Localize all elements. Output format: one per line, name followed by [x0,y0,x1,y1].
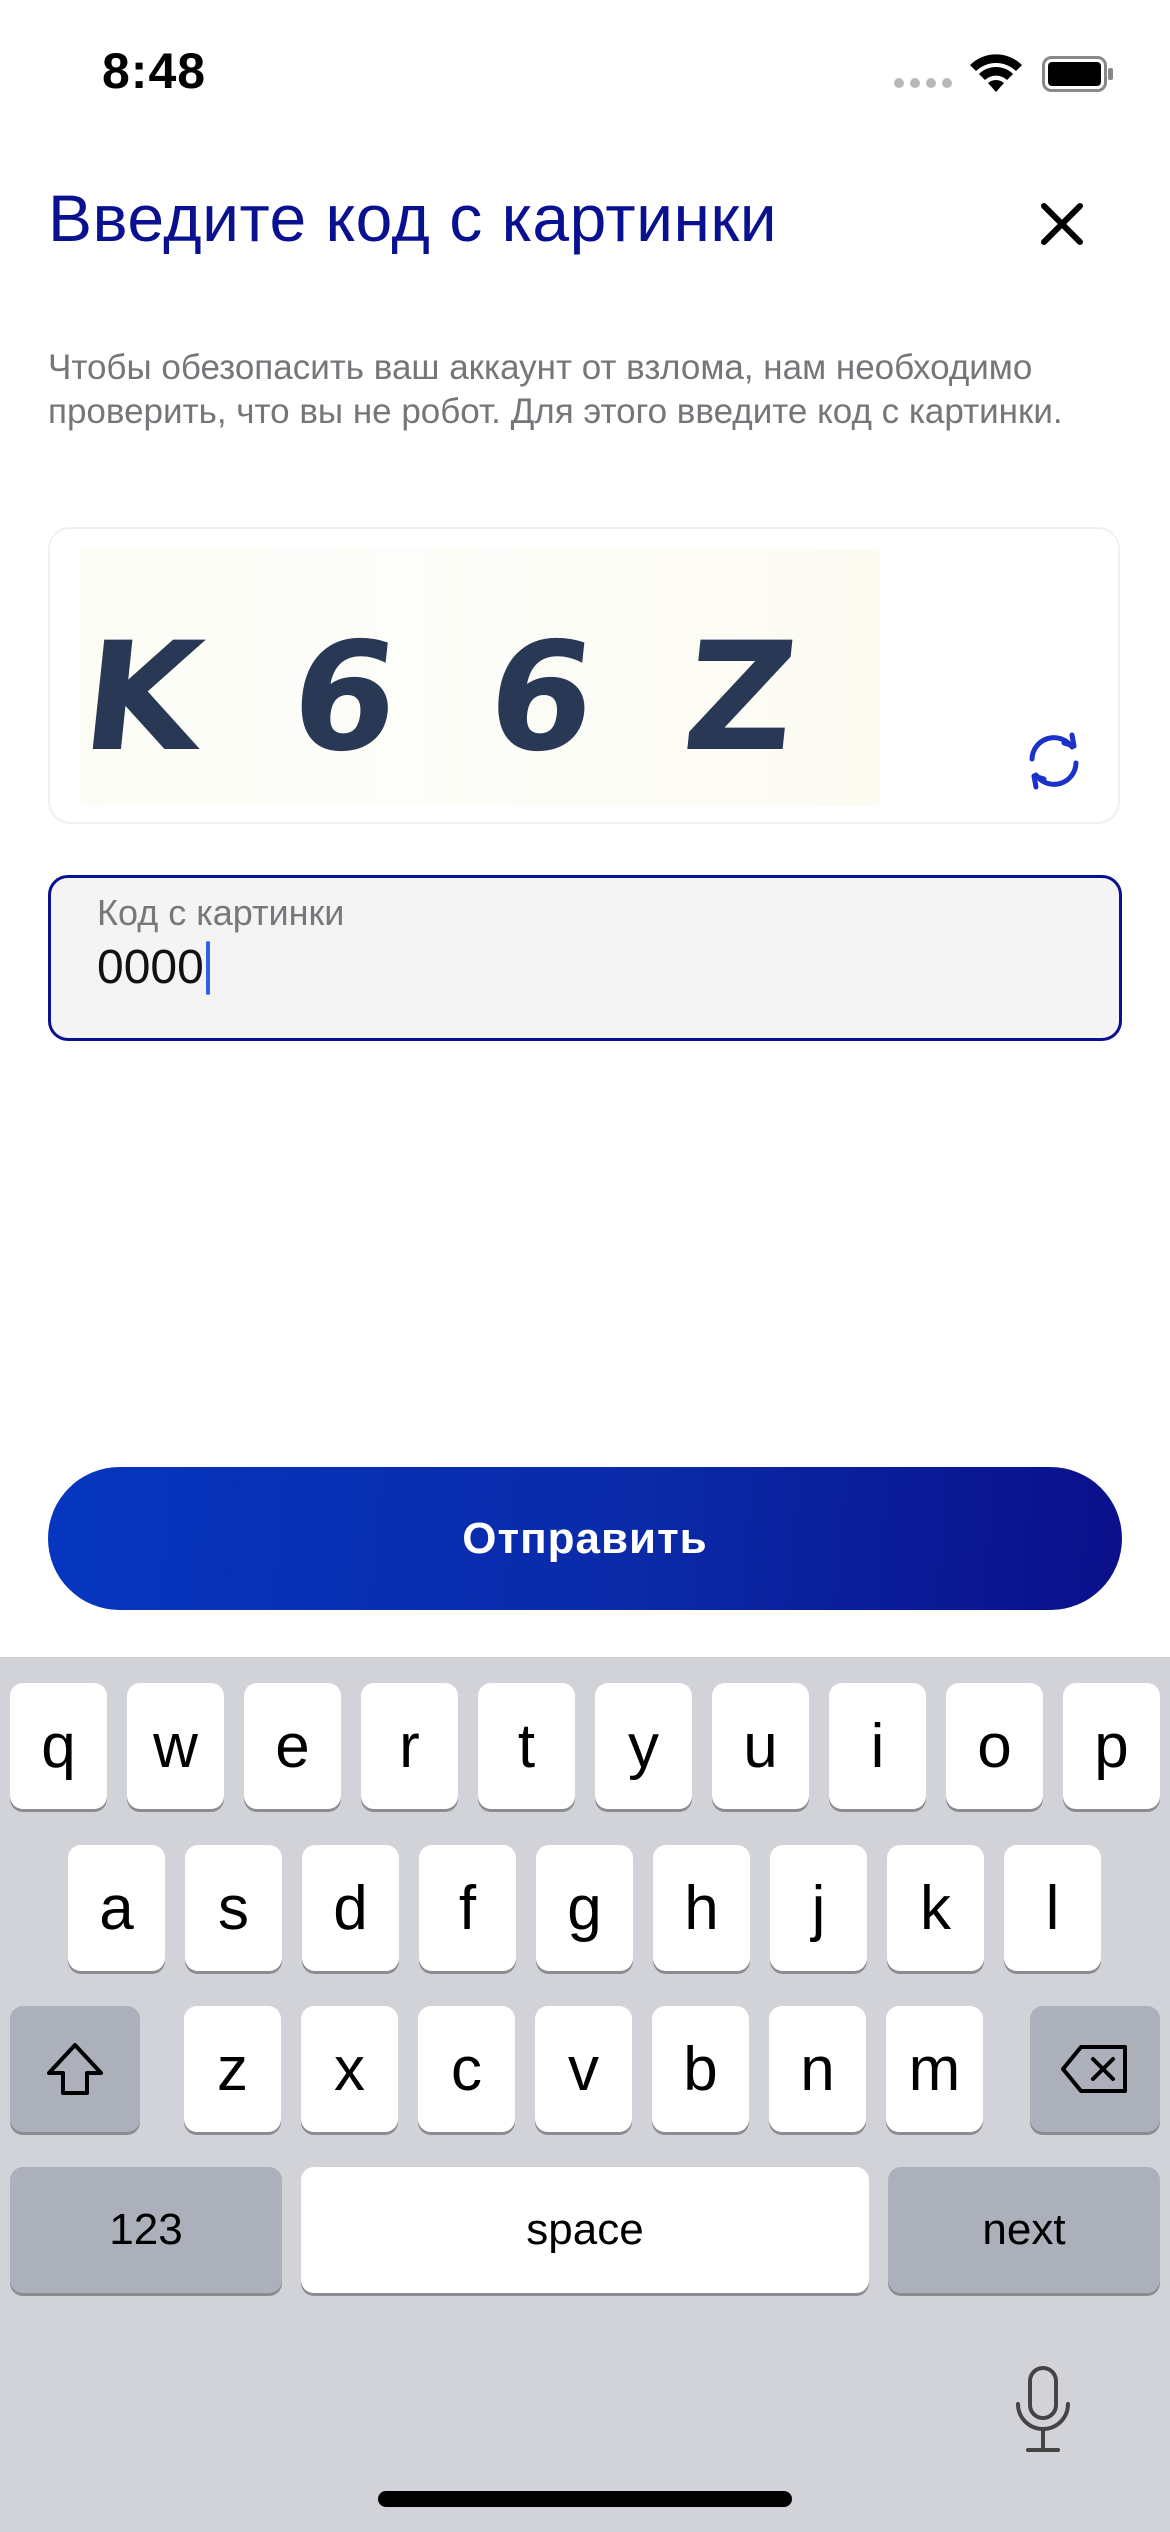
key-d[interactable]: d [302,1845,399,1971]
microphone-icon[interactable] [1008,2364,1078,2456]
key-h[interactable]: h [653,1845,750,1971]
refresh-captcha-button[interactable] [1022,729,1086,793]
captcha-container: K 6 6 Z E [48,527,1120,824]
svg-text:K 6 6 Z E: K 6 6 Z E [80,610,880,785]
shift-icon [47,2043,103,2095]
shift-key[interactable] [10,2006,140,2132]
battery-icon [1042,56,1113,92]
code-field-value[interactable]: 0000 [97,940,204,995]
backspace-key[interactable] [1030,2006,1160,2132]
wifi-icon [970,54,1022,92]
description-text: Чтобы обезопасить ваш аккаунт от взлома,… [48,348,1063,431]
key-a[interactable]: a [68,1845,165,1971]
key-g[interactable]: g [536,1845,633,1971]
key-s[interactable]: s [185,1845,282,1971]
key-v[interactable]: v [535,2006,632,2132]
backspace-icon [1061,2045,1127,2093]
close-icon [1041,203,1083,245]
code-field-label: Код с картинки [97,892,345,933]
key-f[interactable]: f [419,1845,516,1971]
key-j[interactable]: j [770,1845,867,1971]
key-l[interactable]: l [1004,1845,1101,1971]
key-q[interactable]: q [10,1683,107,1809]
cellular-signal-icon [894,78,952,88]
captcha-image: K 6 6 Z E [80,549,880,805]
key-z[interactable]: z [184,2006,281,2132]
refresh-icon [1029,732,1079,790]
next-key[interactable]: next [888,2167,1160,2293]
close-button[interactable] [1030,192,1094,256]
key-k[interactable]: k [887,1845,984,1971]
key-p[interactable]: p [1063,1683,1160,1809]
status-icons [894,52,1114,100]
home-indicator [378,2491,792,2507]
key-y[interactable]: y [595,1683,692,1809]
space-key[interactable]: space [301,2167,869,2293]
captcha-code-field[interactable]: Код с картинки 0000 [48,875,1122,1041]
key-w[interactable]: w [127,1683,224,1809]
key-u[interactable]: u [712,1683,809,1809]
key-n[interactable]: n [769,2006,866,2132]
key-r[interactable]: r [361,1683,458,1809]
key-t[interactable]: t [478,1683,575,1809]
status-bar: 8:48 [0,0,1170,150]
numbers-key[interactable]: 123 [10,2167,282,2293]
code-field-value-wrap[interactable]: 0000 [97,940,210,995]
key-i[interactable]: i [829,1683,926,1809]
key-o[interactable]: o [946,1683,1043,1809]
submit-button[interactable]: Отправить [48,1467,1122,1610]
text-caret [205,940,210,995]
page-title: Введите код с картинки [48,181,778,255]
key-b[interactable]: b [652,2006,749,2132]
key-e[interactable]: e [244,1683,341,1809]
key-m[interactable]: m [886,2006,983,2132]
status-time: 8:48 [102,43,207,99]
key-x[interactable]: x [301,2006,398,2132]
key-c[interactable]: c [418,2006,515,2132]
